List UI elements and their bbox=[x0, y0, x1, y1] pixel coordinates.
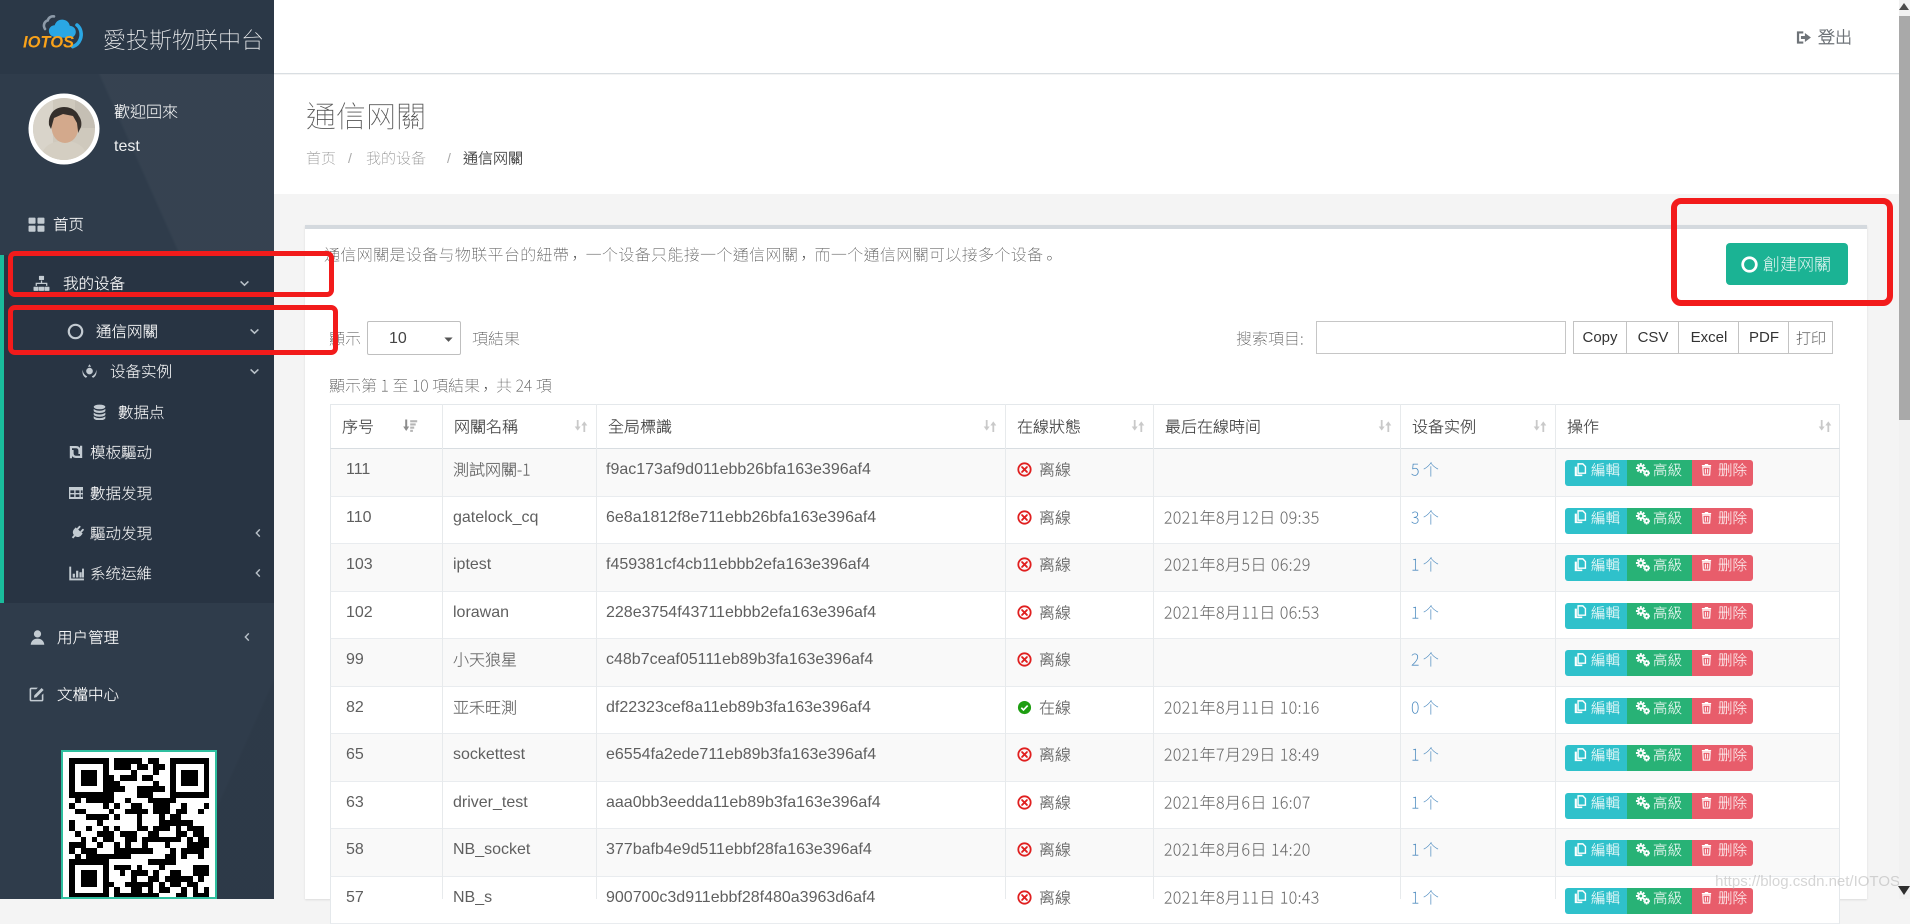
svg-text:IOTOS: IOTOS bbox=[23, 34, 74, 52]
